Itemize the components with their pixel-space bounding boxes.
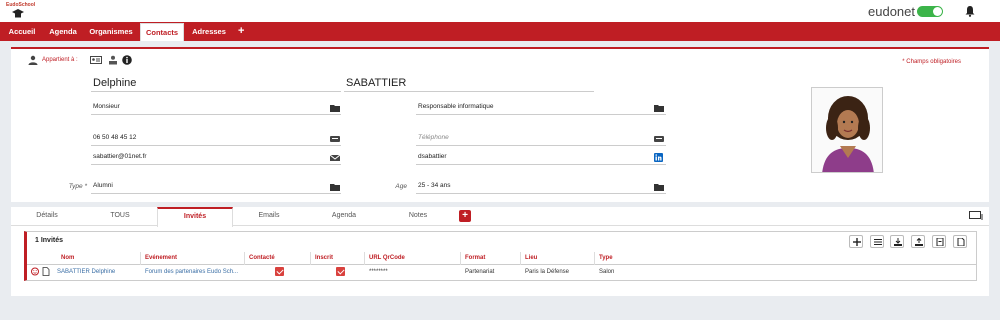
import-button[interactable] xyxy=(911,235,925,248)
main-nav: Accueil Agenda Organismes Contacts Adres… xyxy=(0,22,1000,41)
document-icon[interactable] xyxy=(42,267,50,276)
phone-icon[interactable] xyxy=(654,135,664,143)
mobile-field[interactable]: 06 50 48 45 12 xyxy=(91,132,341,146)
add-tab-button[interactable]: + xyxy=(459,210,471,222)
brand-text: eudonet xyxy=(868,4,915,19)
plus-icon xyxy=(853,238,861,246)
linkedin-field[interactable]: dsabattier xyxy=(416,151,666,165)
filter-list-button[interactable] xyxy=(870,235,884,248)
nav-item-adresses[interactable]: Adresses xyxy=(186,22,232,41)
col-format[interactable]: Format xyxy=(461,252,521,265)
invites-count-title: 1 Invités xyxy=(35,237,64,244)
cell-format: Partenariat xyxy=(465,269,495,275)
download-icon xyxy=(894,238,902,246)
col-inscrit[interactable]: Inscrit xyxy=(311,252,365,265)
nav-add-button[interactable]: + xyxy=(238,22,244,41)
bell-icon[interactable] xyxy=(964,5,976,17)
tab-details[interactable]: Détails xyxy=(21,207,73,226)
cell-url-qrcode: ******** xyxy=(369,269,388,275)
age-field[interactable]: 25 - 34 ans xyxy=(416,180,666,194)
tab-tous[interactable]: TOUS xyxy=(97,207,143,226)
linkedin-icon[interactable] xyxy=(654,153,663,162)
tab-notes[interactable]: Notes xyxy=(395,207,441,226)
owner-label: Appartient à : xyxy=(42,57,78,63)
last-name-field[interactable]: SABATTIER xyxy=(344,74,594,92)
invites-subpanel: 1 Invités Nom Evénement Contacté Inscrit… xyxy=(24,231,977,281)
mode-toggle[interactable] xyxy=(917,6,943,17)
tab-bar: Détails TOUS Invités Emails Agenda Notes… xyxy=(11,207,989,227)
type-label: Type * xyxy=(68,183,87,190)
tab-invites[interactable]: Invités xyxy=(157,207,233,227)
avatar xyxy=(822,96,874,172)
email-field[interactable]: sabattier@01net.fr xyxy=(91,151,341,165)
upload-icon xyxy=(915,238,923,246)
related-tabs-panel: Détails TOUS Invités Emails Agenda Notes… xyxy=(11,207,989,296)
add-invite-button[interactable] xyxy=(849,235,863,248)
graduation-cap-icon xyxy=(12,9,24,18)
tab-agenda[interactable]: Agenda xyxy=(319,207,369,226)
top-bar: EudoSchool eudonet ✕ xyxy=(0,0,1000,22)
cell-nom[interactable]: SABATTIER Delphine xyxy=(53,266,141,278)
cell-lieu: Paris la Défense xyxy=(525,269,570,275)
nav-item-agenda[interactable]: Agenda xyxy=(44,22,82,41)
logo-text: EudoSchool xyxy=(6,2,36,8)
col-type[interactable]: Type xyxy=(595,252,975,265)
smiley-icon[interactable] xyxy=(31,267,39,276)
app-logo[interactable]: EudoSchool xyxy=(6,2,36,20)
info-icon[interactable] xyxy=(122,55,132,65)
col-nom[interactable]: Nom xyxy=(57,252,141,265)
file-icon xyxy=(957,238,965,246)
cell-type: Salon xyxy=(599,269,615,275)
cell-evenement[interactable]: Forum des partenaires Eudo Sch... xyxy=(141,266,245,278)
user-icon xyxy=(28,55,38,65)
table-row[interactable]: SABATTIER Delphine Forum des partenaires… xyxy=(27,266,977,278)
folder-icon[interactable] xyxy=(330,104,340,112)
phone-icon[interactable] xyxy=(330,135,340,143)
display-options-icon[interactable] xyxy=(969,211,983,221)
nav-item-organismes[interactable]: Organismes xyxy=(82,22,140,41)
document-button[interactable] xyxy=(932,235,946,248)
export-button[interactable] xyxy=(890,235,904,248)
folder-icon[interactable] xyxy=(654,104,664,112)
tab-emails[interactable]: Emails xyxy=(243,207,295,226)
inscrit-checkbox[interactable] xyxy=(336,267,345,276)
col-url-qrcode[interactable]: URL QrCode xyxy=(365,252,461,265)
report-button[interactable] xyxy=(953,235,967,248)
contact-photo[interactable] xyxy=(811,87,883,173)
first-name-field[interactable]: Delphine xyxy=(91,74,341,92)
list-icon xyxy=(874,239,882,245)
col-lieu[interactable]: Lieu xyxy=(521,252,595,265)
col-contacte[interactable]: Contacté xyxy=(245,252,311,265)
civility-field[interactable]: Monsieur xyxy=(91,101,341,115)
age-label: Age xyxy=(395,183,407,190)
nav-item-contacts[interactable]: Contacts xyxy=(140,23,184,41)
document-icon xyxy=(936,238,944,246)
folder-icon[interactable] xyxy=(330,183,340,191)
col-evenement[interactable]: Evénement xyxy=(141,252,245,265)
required-fields-note: * Champs obligatoires xyxy=(902,59,961,65)
user-download-icon[interactable] xyxy=(108,55,118,65)
contacte-checkbox[interactable] xyxy=(275,267,284,276)
invites-table-header: Nom Evénement Contacté Inscrit URL QrCod… xyxy=(27,252,977,265)
type-field[interactable]: Alumni xyxy=(91,180,341,194)
phone-field[interactable]: Téléphone xyxy=(416,132,666,146)
contact-card: Appartient à : * Champs obligatoires Del… xyxy=(11,47,989,202)
envelope-icon[interactable] xyxy=(330,154,340,162)
folder-icon[interactable] xyxy=(654,183,664,191)
id-card-icon[interactable] xyxy=(90,55,102,65)
nav-item-accueil[interactable]: Accueil xyxy=(0,22,44,41)
job-title-field[interactable]: Responsable informatique xyxy=(416,101,666,115)
